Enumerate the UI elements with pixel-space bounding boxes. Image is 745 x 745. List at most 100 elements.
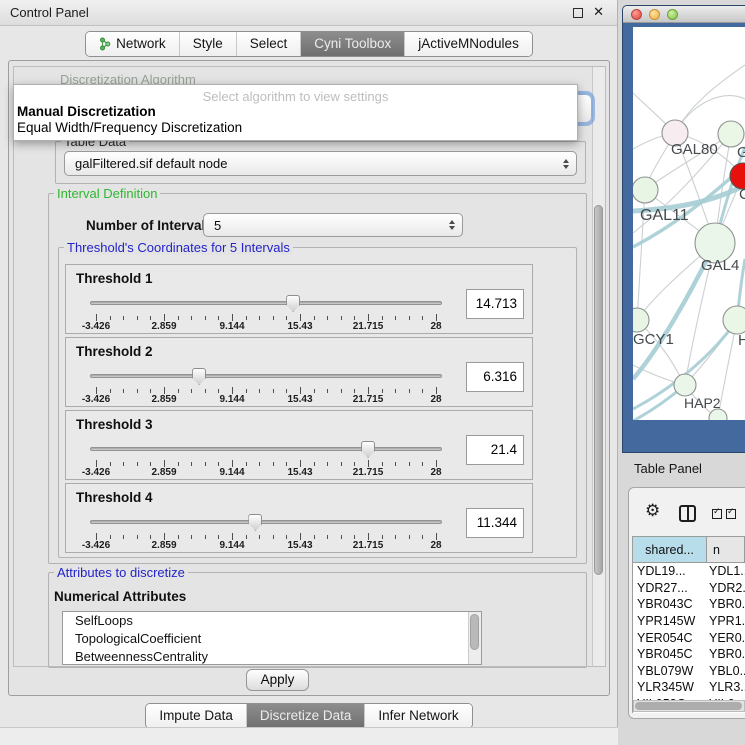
tick-label: 2.859 — [151, 321, 176, 332]
network-node-h[interactable] — [723, 306, 745, 334]
tick-mark — [286, 389, 287, 393]
tab-infer-network[interactable]: Infer Network — [364, 704, 471, 728]
number-of-intervals-label: Number of Intervals — [86, 218, 213, 233]
table-row[interactable]: YDL19...YDL1... — [633, 563, 745, 580]
algorithm-dropdown-popup: Select algorithm to view settings Manual… — [13, 84, 578, 141]
algorithm-option-manual-discretization[interactable]: Manual Discretization — [14, 104, 577, 120]
attributes-scrollbar-thumb[interactable] — [470, 614, 479, 650]
horizontal-scrollbar-thumb[interactable] — [635, 702, 742, 710]
tab-discretize-data[interactable]: Discretize Data — [246, 704, 365, 728]
tick-mark — [110, 316, 111, 320]
table-data-combobox[interactable]: galFiltered.sif default node — [64, 151, 577, 176]
tick-mark — [327, 389, 328, 393]
tick-label: 28 — [430, 467, 441, 478]
tab-network[interactable]: Network — [86, 32, 179, 56]
float-window-icon[interactable] — [573, 8, 583, 18]
tick-label: 2.859 — [151, 467, 176, 478]
apply-button[interactable]: Apply — [246, 669, 309, 691]
gear-icon[interactable]: ⚙ — [645, 501, 660, 521]
tick-mark — [409, 389, 410, 393]
table-cell: YBL079W — [633, 664, 707, 678]
threshold-value-field[interactable]: 21.4 — [466, 435, 524, 465]
slider-track[interactable] — [90, 520, 442, 524]
table-cell: YBR045C — [633, 647, 707, 661]
tick-mark — [178, 389, 179, 393]
close-traffic-light-icon[interactable] — [631, 9, 642, 20]
tick-label: 9.144 — [219, 394, 244, 405]
horizontal-scrollbar[interactable] — [633, 700, 745, 712]
number-of-intervals-combobox[interactable]: 5 — [203, 213, 463, 237]
network-canvas[interactable]: GAL80GACGAL11GAL4GCY1HHAP2 — [633, 27, 745, 420]
attribute-item-betweennesscentrality[interactable]: BetweennessCentrality — [63, 648, 481, 665]
tick-mark — [395, 316, 396, 320]
table-cell: YBR0... — [707, 597, 745, 611]
table-row[interactable]: YDR27...YDR2... — [633, 580, 745, 597]
tick-mark — [205, 316, 206, 320]
threshold-value-field[interactable]: 11.344 — [466, 508, 524, 538]
tick-mark — [150, 389, 151, 393]
network-node-label: HAP2 — [684, 395, 721, 411]
slider-track[interactable] — [90, 374, 442, 378]
tab-impute-data[interactable]: Impute Data — [146, 704, 246, 728]
tick-mark — [314, 389, 315, 393]
slider-track[interactable] — [90, 301, 442, 305]
tab-style[interactable]: Style — [179, 32, 236, 56]
tick-mark — [218, 462, 219, 466]
slider-track[interactable] — [90, 447, 442, 451]
table-row[interactable]: YBR043CYBR0... — [633, 596, 745, 613]
threshold-slider[interactable]: -3.4262.8599.14415.4321.71528 — [90, 293, 442, 333]
minimize-traffic-light-icon[interactable] — [649, 9, 660, 20]
table-row[interactable]: YBL079WYBL0... — [633, 663, 745, 680]
attribute-item-topologicalcoefficient[interactable]: TopologicalCoefficient — [63, 630, 481, 648]
zoom-traffic-light-icon[interactable] — [667, 9, 678, 20]
tick-mark — [205, 535, 206, 539]
slider-thumb[interactable] — [248, 514, 262, 531]
table-cell: YER0... — [707, 631, 745, 645]
table-row[interactable]: YER054CYER0... — [633, 629, 745, 646]
tab-select[interactable]: Select — [236, 32, 301, 56]
tick-mark — [368, 533, 369, 540]
threshold-value-field[interactable]: 14.713 — [466, 289, 524, 319]
tab-cyni-toolbox[interactable]: Cyni Toolbox — [300, 32, 404, 56]
table-row[interactable]: YPR145WYPR1... — [633, 613, 745, 630]
tick-mark — [123, 462, 124, 466]
vertical-scrollbar-thumb[interactable] — [594, 205, 603, 575]
tick-mark — [246, 389, 247, 393]
control-panel-titlebar: Control Panel ✕ — [0, 0, 617, 26]
vertical-scrollbar[interactable] — [592, 67, 605, 666]
network-node-gcy1[interactable] — [633, 308, 649, 332]
tab-label: Style — [193, 36, 223, 51]
tick-mark — [123, 316, 124, 320]
column-header-2[interactable]: n — [707, 537, 745, 563]
table-row[interactable]: YBR045CYBR0... — [633, 646, 745, 663]
close-icon[interactable]: ✕ — [593, 4, 604, 20]
tick-mark — [354, 535, 355, 539]
column-header-1[interactable]: shared... — [633, 537, 707, 563]
tick-mark — [436, 314, 437, 321]
checkbox-icon[interactable] — [712, 509, 722, 519]
slider-thumb[interactable] — [286, 295, 300, 312]
table-cell: YBR0... — [707, 647, 745, 661]
threshold-slider[interactable]: -3.4262.8599.14415.4321.71528 — [90, 512, 442, 552]
table-row[interactable]: YLR345WYLR3... — [633, 679, 745, 696]
algorithm-option-equal-width-frequency-discretization[interactable]: Equal Width/Frequency Discretization — [14, 120, 577, 136]
attribute-item-selfloops[interactable]: SelfLoops — [63, 612, 481, 630]
numerical-attributes-list[interactable]: SelfLoopsTopologicalCoefficientBetweenne… — [62, 611, 482, 665]
tick-label: 2.859 — [151, 394, 176, 405]
threshold-slider[interactable]: -3.4262.8599.14415.4321.71528 — [90, 439, 442, 479]
threshold-value-field[interactable]: 6.316 — [466, 362, 524, 392]
attributes-scrollbar[interactable] — [468, 612, 481, 664]
network-node-gal11[interactable] — [633, 177, 658, 203]
tick-mark — [137, 389, 138, 393]
checkbox-icon[interactable] — [726, 509, 736, 519]
tick-label: 21.715 — [353, 394, 384, 405]
split-columns-icon[interactable] — [679, 505, 696, 522]
slider-thumb[interactable] — [361, 441, 375, 458]
tick-label: -3.426 — [82, 540, 110, 551]
threshold-slider[interactable]: -3.4262.8599.14415.4321.71528 — [90, 366, 442, 406]
slider-thumb[interactable] — [192, 368, 206, 385]
threshold-panel-3: Threshold 3-3.4262.8599.14415.4321.71528… — [65, 410, 533, 480]
tab-jactivemnodules[interactable]: jActiveMNodules — [404, 32, 532, 56]
tick-mark — [218, 389, 219, 393]
network-node-hap2[interactable] — [674, 374, 696, 396]
